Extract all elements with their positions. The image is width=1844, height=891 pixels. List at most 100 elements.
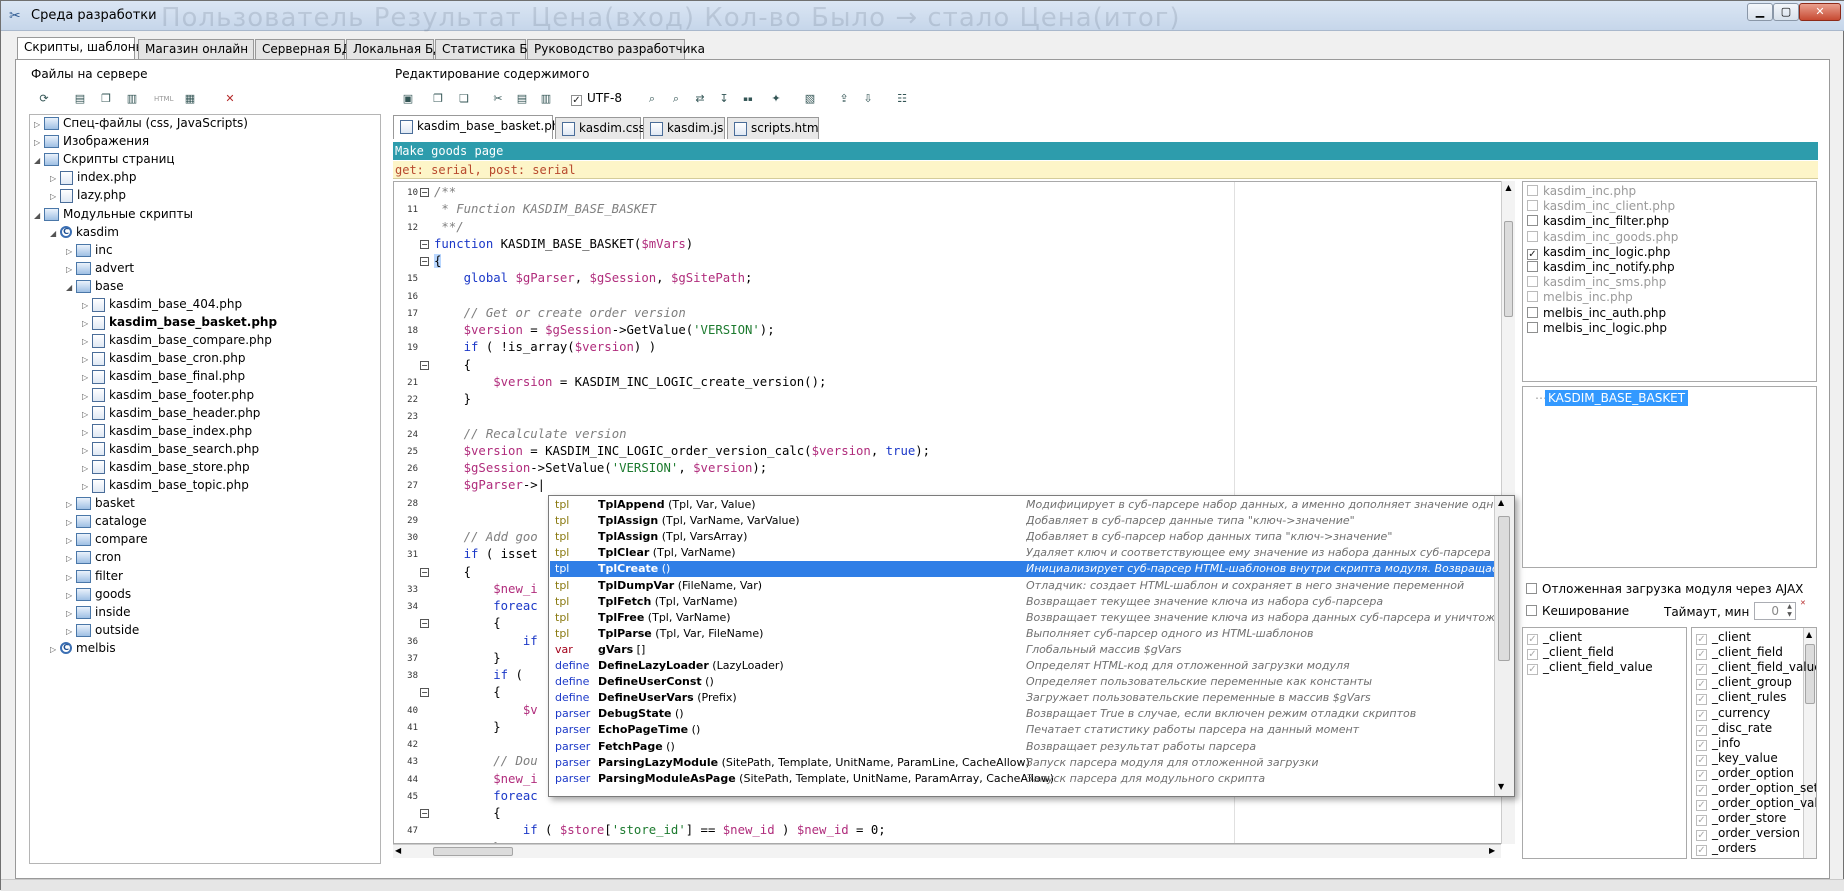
autocomplete-item[interactable]: tpl TplFree (Tpl, VarName) Возвращает теку… bbox=[550, 610, 1494, 626]
autocomplete-item[interactable]: parser ParsingModuleAsPage (SitePath, Tem… bbox=[550, 771, 1494, 787]
table-checkbox[interactable]: ✓ bbox=[1696, 769, 1707, 781]
include-checkbox[interactable] bbox=[1527, 230, 1538, 242]
editor-tab-basket[interactable]: kasdim_base_basket.php bbox=[393, 115, 567, 139]
cache-checkbox[interactable] bbox=[1526, 605, 1537, 616]
clipboard-paste-icon[interactable]: ▥ bbox=[537, 89, 555, 107]
include-checkbox[interactable] bbox=[1527, 276, 1538, 288]
tree-node[interactable]: ▷ kasdim_base_compare.php bbox=[82, 331, 272, 349]
table-checkbox[interactable]: ✓ bbox=[1696, 754, 1707, 766]
scroll-down-icon[interactable]: ▼ bbox=[1498, 782, 1504, 791]
table-checkbox[interactable]: ✓ bbox=[1696, 785, 1707, 796]
autocomplete-item[interactable]: tpl TplParse (Tpl, Var, FileName) Выполняе… bbox=[550, 626, 1494, 642]
table-checkbox[interactable]: ✓ bbox=[1696, 845, 1707, 857]
table-item[interactable]: ✓ _client_field_value bbox=[1696, 660, 1816, 676]
include-checkbox[interactable] bbox=[1527, 185, 1538, 196]
autocomplete-item[interactable]: tpl TplCreate () Инициализирует суб-парсер… bbox=[550, 561, 1494, 578]
format-icon[interactable]: ▪▪ bbox=[739, 89, 757, 107]
encoding-checkbox[interactable]: ✓ bbox=[571, 95, 582, 106]
tab-shop[interactable]: Магазин онлайн bbox=[138, 39, 254, 59]
autocomplete-item[interactable]: parser EchoPageTime () Печатает статистику… bbox=[550, 722, 1494, 738]
table-item[interactable]: ✓ _client bbox=[1527, 630, 1582, 645]
scroll-right-icon[interactable]: ▶ bbox=[1489, 846, 1495, 855]
table-item[interactable]: ✓ _disc_rate bbox=[1696, 721, 1772, 736]
table-item[interactable]: ✓ _client_rules bbox=[1696, 690, 1786, 706]
include-checkbox[interactable]: ✓ bbox=[1527, 248, 1538, 260]
tree-node[interactable]: ◢ Ckasdim bbox=[50, 223, 119, 241]
include-checkbox[interactable] bbox=[1527, 321, 1538, 333]
editor-tab-htm[interactable]: scripts.htm bbox=[727, 117, 819, 139]
autocomplete-scrollbar[interactable]: ▲ ▼ bbox=[1494, 496, 1514, 796]
expand-arrow-icon[interactable]: ◢ bbox=[66, 279, 76, 297]
table-checkbox[interactable]: ✓ bbox=[1696, 739, 1707, 751]
import-icon[interactable]: ⇩ bbox=[859, 89, 877, 107]
scroll-up-icon[interactable]: ▲ bbox=[1498, 498, 1504, 507]
tab-dev-guide[interactable]: Руководство разработчика bbox=[527, 39, 705, 59]
tree-node[interactable]: ▷ filter bbox=[66, 567, 123, 585]
maximize-button[interactable]: ▢ bbox=[1773, 3, 1799, 21]
clear-cache-icon[interactable]: ✕ bbox=[1800, 599, 1806, 607]
table-item[interactable]: ✓ _info bbox=[1696, 736, 1741, 751]
fold-marker-icon[interactable]: − bbox=[420, 257, 429, 266]
html-file-icon[interactable]: HTML bbox=[153, 89, 173, 107]
close-window-button[interactable]: ✕ bbox=[1799, 3, 1841, 21]
tree-node[interactable]: ▷ kasdim_base_404.php bbox=[82, 295, 242, 313]
tree-node[interactable]: ▷ Спец-файлы (css, JavaScripts) bbox=[34, 114, 248, 132]
fold-marker-icon[interactable]: − bbox=[420, 360, 429, 370]
table-checkbox[interactable]: ✓ bbox=[1696, 724, 1707, 736]
fold-marker-icon[interactable]: − bbox=[420, 619, 429, 629]
expand-arrow-icon[interactable]: ◢ bbox=[50, 225, 60, 243]
tree-node[interactable]: ▷ inside bbox=[66, 603, 131, 621]
delete-file-icon[interactable]: ✕ bbox=[221, 89, 239, 107]
table-item[interactable]: ✓ _order_option_value bbox=[1696, 796, 1816, 812]
include-file-item[interactable]: kasdim_inc_goods.php bbox=[1527, 230, 1678, 245]
include-file-item[interactable]: kasdim_inc_sms.php bbox=[1527, 275, 1666, 290]
autocomplete-item[interactable]: parser FetchPage () Возвращает результат р… bbox=[550, 739, 1494, 755]
include-file-item[interactable]: kasdim_inc_client.php bbox=[1527, 199, 1675, 214]
table-item[interactable]: ✓_param bbox=[1696, 857, 1757, 859]
copy-file-icon[interactable]: ❐ bbox=[97, 89, 115, 107]
timeout-spinner[interactable]: ▲ ▼ bbox=[1784, 603, 1795, 619]
table-item[interactable]: ✓ _orders bbox=[1696, 841, 1756, 857]
encoding-toggle[interactable]: ✓ UTF-8 bbox=[571, 91, 622, 106]
tab-local-db[interactable]: Локальная БД bbox=[346, 39, 443, 59]
editor-tab-js[interactable]: kasdim.js bbox=[643, 117, 725, 139]
autocomplete-item[interactable]: define DefineUserVars (Prefix) Загружает п… bbox=[550, 690, 1494, 706]
autocomplete-item[interactable]: parser DebugState () Возвращает True в слу… bbox=[550, 706, 1494, 722]
table-item[interactable]: ✓ _order_version bbox=[1696, 826, 1800, 842]
include-file-item[interactable]: melbis_inc_auth.php bbox=[1527, 306, 1666, 321]
table-item[interactable]: ✓ _client_group bbox=[1696, 675, 1792, 691]
tree-node[interactable]: ▷ kasdim_base_basket.php bbox=[82, 313, 277, 331]
replace-icon[interactable]: ⇄ bbox=[691, 89, 709, 107]
fold-marker-icon[interactable]: − bbox=[420, 239, 429, 249]
tree-node[interactable]: ▷ cron bbox=[66, 548, 121, 566]
table-item[interactable]: ✓ _client bbox=[1696, 630, 1751, 645]
new-file-icon[interactable]: ▤ bbox=[71, 89, 89, 107]
autocomplete-item[interactable]: tpl TplAppend (Tpl, Var, Value) Модифициру… bbox=[550, 497, 1494, 513]
lazy-load-checkbox[interactable] bbox=[1526, 583, 1537, 594]
lazy-load-option[interactable]: Отложенная загрузка модуля через AJAX bbox=[1526, 582, 1803, 596]
expand-arrow-icon[interactable]: ▷ bbox=[50, 641, 60, 659]
tree-node[interactable]: ▷ kasdim_base_search.php bbox=[82, 440, 259, 458]
table-checkbox[interactable]: ✓ bbox=[1696, 830, 1707, 842]
autocomplete-scroll-thumb[interactable] bbox=[1498, 516, 1510, 661]
tree-node[interactable]: ◢ Скрипты страниц bbox=[34, 150, 175, 168]
tab-server-db[interactable]: Серверная БД bbox=[255, 39, 351, 59]
copy-icon[interactable]: ❐ bbox=[429, 89, 447, 107]
find-icon[interactable]: ⌕ bbox=[643, 89, 661, 107]
export-icon[interactable]: ⇪ bbox=[835, 89, 853, 107]
php-file-icon[interactable]: ▥ bbox=[123, 89, 141, 107]
editor-tab-css[interactable]: kasdim.css bbox=[555, 117, 645, 139]
tree-node[interactable]: ▷ cataloge bbox=[66, 512, 147, 530]
table-checkbox[interactable]: ✓ bbox=[1696, 709, 1707, 721]
tree-node[interactable]: ◢ base bbox=[66, 277, 124, 295]
function-node[interactable]: KASDIM_BASE_BASKET bbox=[1545, 390, 1689, 406]
fold-marker-icon[interactable]: − bbox=[420, 809, 429, 818]
table-item[interactable]: ✓ _key_value bbox=[1696, 751, 1778, 766]
tree-node[interactable]: ▷ inc bbox=[66, 241, 113, 259]
tree-node[interactable]: ▷ kasdim_base_cron.php bbox=[82, 349, 245, 367]
include-checkbox[interactable] bbox=[1527, 215, 1538, 227]
expand-arrow-icon[interactable]: ◢ bbox=[34, 152, 44, 170]
table-item[interactable]: ✓ _client_field_value bbox=[1527, 660, 1653, 676]
tree-node[interactable]: ▷ Cmelbis bbox=[50, 639, 116, 657]
tab-scripts[interactable]: Скрипты, шаблоны bbox=[17, 37, 145, 60]
